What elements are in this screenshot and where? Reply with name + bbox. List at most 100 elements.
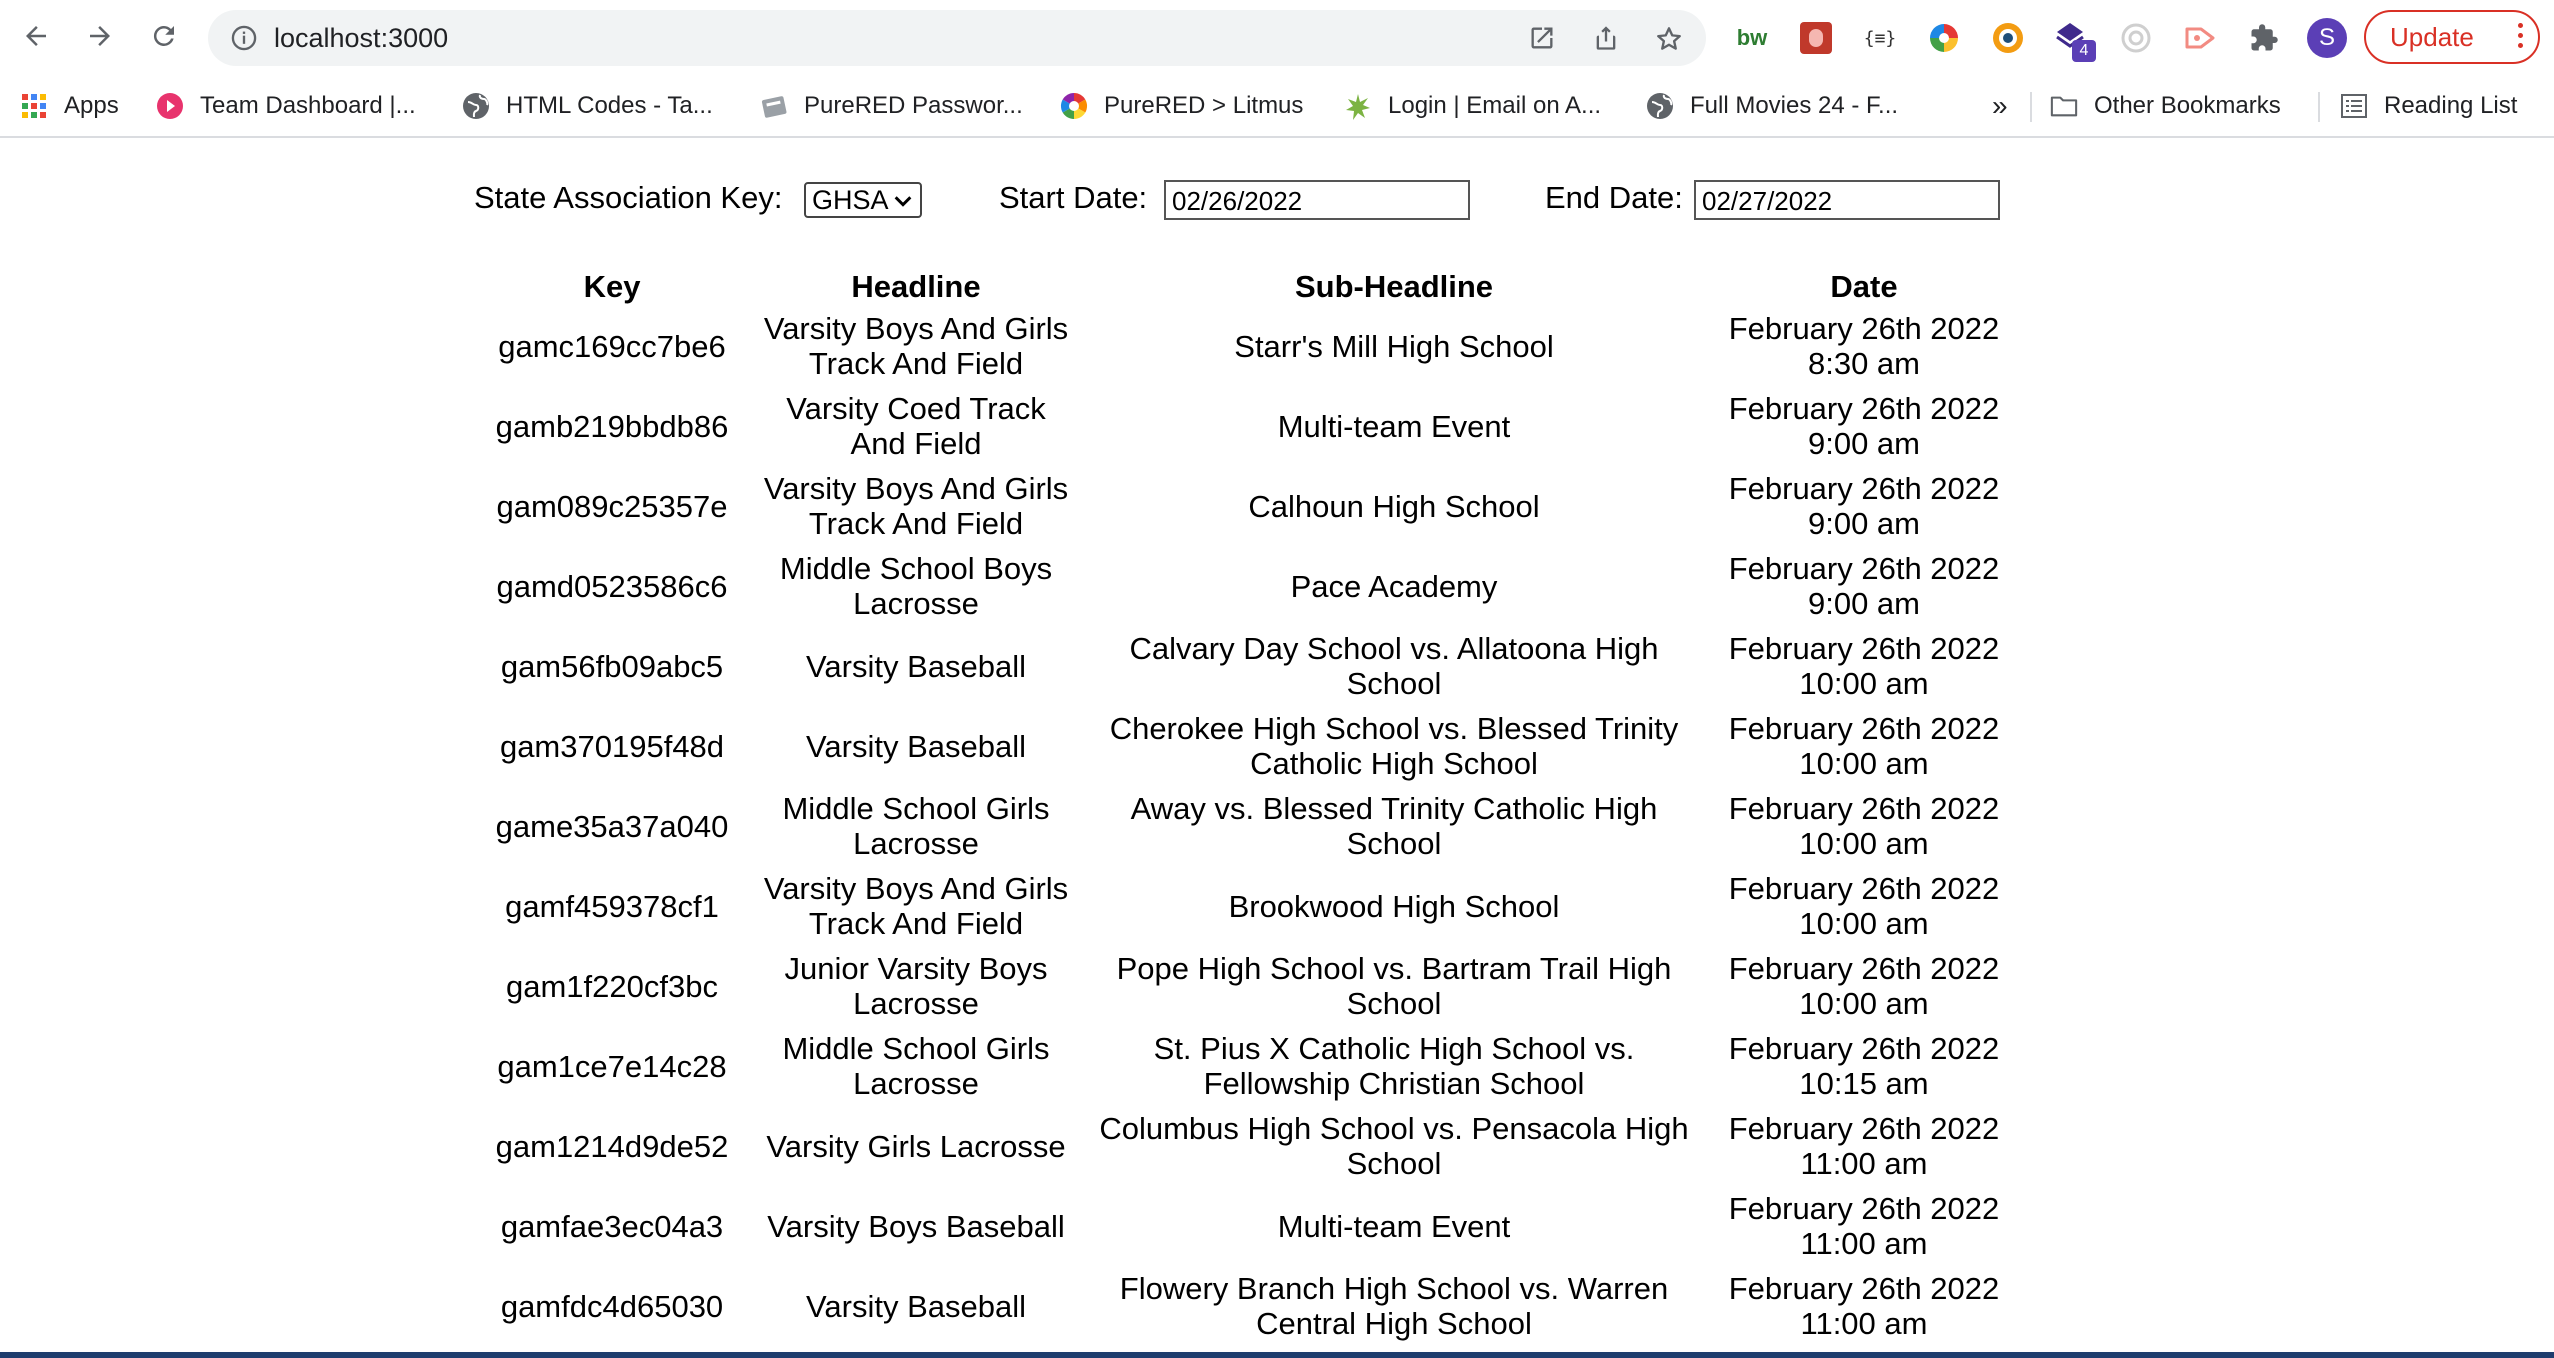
extensions-puzzle-icon[interactable] — [2244, 18, 2284, 58]
row-date: February 26th 2022 10:00 am — [1706, 948, 2022, 1024]
bookmarks-separator — [2318, 92, 2320, 122]
row-headline: Middle School Boys Lacrosse — [779, 551, 1053, 621]
row-date: February 26th 2022 8:30 am — [1706, 308, 2022, 384]
bookmark-purered-litmus[interactable]: PureRED > Litmus — [1060, 86, 1303, 126]
row-headline: Middle School Girls Lacrosse — [782, 791, 1050, 861]
state-association-value: GHSA — [812, 184, 889, 215]
row-headline: Varsity Boys And Girls Track And Field — [763, 871, 1069, 941]
back-arrow-icon — [26, 26, 46, 46]
row-key: game35a37a040 — [495, 808, 729, 844]
bookmark-purered-password[interactable]: PureRED Passwor... — [760, 86, 1023, 126]
row-headline: Middle School Girls Lacrosse — [782, 1031, 1050, 1101]
row-date-day: February 26th 2022 — [1728, 471, 2000, 506]
video-extension-icon[interactable] — [2180, 18, 2220, 58]
row-headline: Varsity Boys And Girls Track And Field — [763, 311, 1069, 381]
bw-extension-icon[interactable]: bw — [1732, 18, 1772, 58]
bookmark-login-email[interactable]: Login | Email on A... — [1344, 86, 1601, 126]
row-date: February 26th 2022 10:00 am — [1706, 708, 2022, 784]
chevron-down-icon — [894, 196, 912, 207]
target-extension-icon[interactable] — [2116, 18, 2156, 58]
row-key: gam1f220cf3bc — [506, 968, 718, 1004]
row-sub-headline: Pace Academy — [1290, 568, 1498, 604]
row-date-day: February 26th 2022 — [1728, 311, 2000, 346]
row-sub-headline: St. Pius X Catholic High School vs. Fell… — [1153, 1031, 1635, 1101]
row-headline: Varsity Boys And Girls Track And Field — [763, 471, 1069, 541]
stack-extension-icon[interactable]: 4 — [2052, 18, 2096, 62]
state-association-label: State Association Key: — [474, 180, 783, 215]
row-date-time: 11:00 am — [1800, 1226, 1928, 1261]
row-sub-headline: Pope High School vs. Bartram Trail High … — [1116, 951, 1672, 1021]
bookmark-full-movies[interactable]: Full Movies 24 - F... — [1646, 86, 1898, 126]
row-key: gam56fb09abc5 — [500, 648, 724, 684]
eye-extension-icon[interactable] — [1988, 18, 2028, 58]
end-date-input[interactable]: 02/27/2022 — [1694, 180, 2000, 220]
table-row: gamfae3ec04a3 Varsity Boys Baseball Multi-… — [478, 1188, 2022, 1264]
share-icon[interactable] — [1592, 24, 1620, 57]
row-date-day: February 26th 2022 — [1728, 711, 2000, 746]
end-date-label: End Date: — [1545, 180, 1683, 215]
row-date: February 26th 2022 9:00 am — [1706, 388, 2022, 464]
row-key: gamd0523586c6 — [496, 568, 728, 604]
browser-toolbar: localhost:3000 bw {≡} 4 S Update — [0, 0, 2554, 76]
column-header-sub-headline: Sub-Headline — [1294, 268, 1494, 304]
site-info-icon[interactable] — [230, 24, 258, 57]
row-date-day: February 26th 2022 — [1728, 951, 2000, 986]
bookmark-apps[interactable]: Apps — [20, 86, 119, 126]
open-in-new-icon[interactable] — [1528, 24, 1556, 57]
row-headline: Varsity Baseball — [806, 728, 1026, 764]
games-table: Key Headline Sub-Headline Date gamc169cc… — [474, 264, 2026, 1348]
bookmarks-separator — [2030, 92, 2032, 122]
table-header-row: Key Headline Sub-Headline Date — [478, 268, 2022, 304]
row-date: February 26th 2022 11:00 am — [1706, 1188, 2022, 1264]
reading-list-button[interactable]: Reading List — [2340, 86, 2517, 126]
bookmark-star-icon[interactable] — [1654, 24, 1684, 59]
bookmark-team-dashboard[interactable]: Team Dashboard |... — [156, 86, 416, 126]
row-date-time: 10:00 am — [1799, 906, 1929, 941]
row-headline: Varsity Coed Track And Field — [786, 391, 1046, 461]
more-menu-icon[interactable] — [2518, 23, 2524, 53]
globe-icon — [1646, 92, 1674, 120]
row-sub-headline: Calhoun High School — [1248, 488, 1540, 524]
row-key: gamfae3ec04a3 — [500, 1208, 724, 1244]
color-wheel-extension-icon[interactable] — [1924, 18, 1964, 58]
row-date-day: February 26th 2022 — [1728, 1111, 2000, 1146]
row-date-day: February 26th 2022 — [1728, 551, 2000, 586]
other-bookmarks-folder[interactable]: Other Bookmarks — [2050, 86, 2281, 126]
reload-button[interactable] — [142, 14, 186, 58]
table-row: gamc169cc7be6 Varsity Boys And Girls Trac… — [478, 308, 2022, 384]
url-text[interactable]: localhost:3000 — [274, 23, 448, 54]
bookmark-html-codes[interactable]: HTML Codes - Ta... — [462, 86, 713, 126]
row-sub-headline: Starr's Mill High School — [1234, 328, 1554, 364]
table-row: gamfdc4d65030 Varsity Baseball Flowery Bra… — [478, 1268, 2022, 1344]
forward-button[interactable] — [78, 14, 122, 58]
row-headline: Varsity Baseball — [806, 648, 1026, 684]
filter-controls: State Association Key: GHSA Start Date: … — [0, 178, 2554, 222]
json-extension-icon[interactable]: {≡} — [1860, 18, 1900, 58]
row-date: February 26th 2022 10:00 am — [1706, 868, 2022, 944]
table-row: game35a37a040 Middle School Girls Lacross… — [478, 788, 2022, 864]
row-sub-headline: Multi-team Event — [1277, 1208, 1511, 1244]
row-date-day: February 26th 2022 — [1728, 871, 2000, 906]
address-bar[interactable]: localhost:3000 — [208, 10, 1706, 66]
bug-extension-icon[interactable] — [1796, 18, 1836, 58]
globe-icon — [462, 92, 490, 120]
row-sub-headline: Calvary Day School vs. Allatoona High Sc… — [1129, 631, 1659, 701]
row-key: gamc169cc7be6 — [498, 328, 726, 364]
column-header-headline: Headline — [851, 268, 981, 304]
row-sub-headline: Columbus High School vs. Pensacola High … — [1099, 1111, 1689, 1181]
table-row: gam1f220cf3bc Junior Varsity Boys Lacross… — [478, 948, 2022, 1024]
bookmarks-overflow-button[interactable]: » — [1992, 86, 2008, 126]
row-date-time: 9:00 am — [1807, 426, 1920, 461]
profile-avatar[interactable]: S — [2307, 18, 2347, 58]
table-row: gam089c25357e Varsity Boys And Girls Trac… — [478, 468, 2022, 544]
update-button[interactable]: Update — [2364, 10, 2540, 64]
back-button[interactable] — [14, 14, 58, 58]
table-row: gam370195f48d Varsity Baseball Cherokee Hi… — [478, 708, 2022, 784]
row-date-time: 9:00 am — [1807, 586, 1920, 621]
column-header-date: Date — [1830, 268, 1898, 304]
state-association-select[interactable]: GHSA — [804, 182, 922, 218]
row-key: gamfdc4d65030 — [500, 1288, 724, 1324]
row-headline: Junior Varsity Boys Lacrosse — [784, 951, 1048, 1021]
forward-arrow-icon — [90, 26, 110, 46]
start-date-input[interactable]: 02/26/2022 — [1164, 180, 1470, 220]
